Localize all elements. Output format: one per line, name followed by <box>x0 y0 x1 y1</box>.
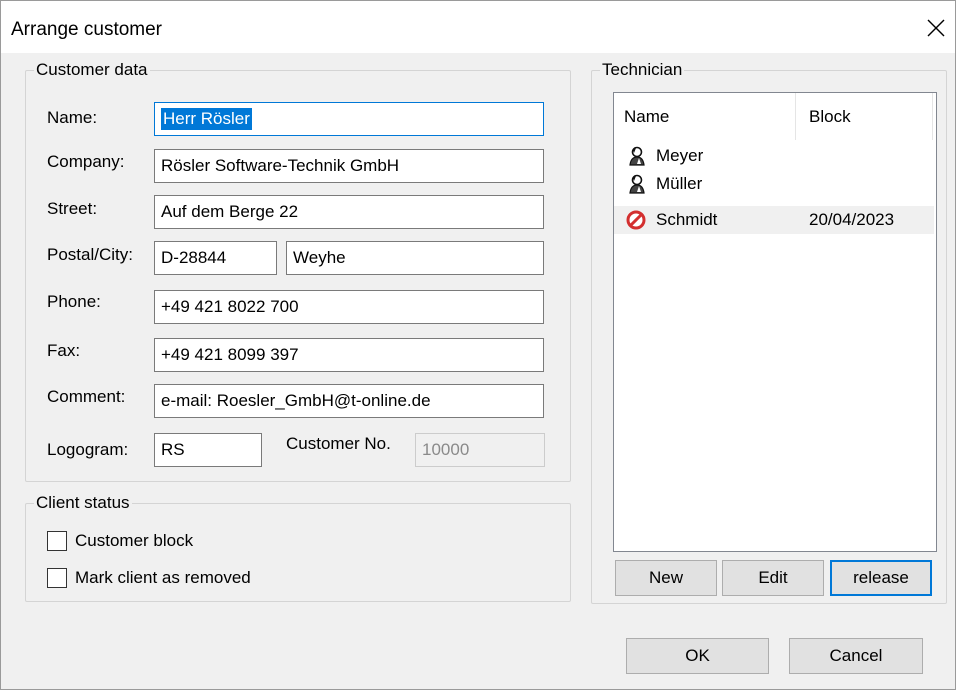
technician-legend: Technician <box>600 60 685 80</box>
customer-data-legend: Customer data <box>34 60 150 80</box>
phone-label: Phone: <box>47 292 101 311</box>
postal-city-label: Postal/City: <box>47 245 133 264</box>
fax-field[interactable]: +49 421 8099 397 <box>154 338 544 372</box>
new-technician-button[interactable]: New <box>615 560 717 596</box>
customer-no-label: Customer No. <box>286 434 391 453</box>
client-status-legend: Client status <box>34 493 132 513</box>
cancel-button[interactable]: Cancel <box>789 638 923 674</box>
technician-row-schmidt[interactable]: Schmidt 20/04/2023 <box>614 206 934 234</box>
blocked-icon <box>626 210 646 230</box>
column-header-block[interactable]: Block <box>809 93 851 140</box>
edit-technician-button[interactable]: Edit <box>722 560 824 596</box>
close-button[interactable] <box>919 11 955 47</box>
name-value: Herr Rösler <box>161 108 252 130</box>
customer-block-box[interactable] <box>47 531 67 551</box>
street-field[interactable]: Auf dem Berge 22 <box>154 195 544 229</box>
technician-list[interactable]: Name Block Meyer Müller Schmidt 20/04/20… <box>613 92 937 552</box>
technician-row-mueller[interactable]: Müller <box>614 170 934 198</box>
customer-no-field: 10000 <box>415 433 545 467</box>
company-field[interactable]: Rösler Software-Technik GmbH <box>154 149 544 183</box>
customer-block-label: Customer block <box>75 531 194 550</box>
column-separator[interactable] <box>795 93 796 140</box>
technician-list-header: Name Block <box>614 93 936 140</box>
technician-icon <box>629 174 645 194</box>
technician-name: Meyer <box>656 146 704 165</box>
ok-button[interactable]: OK <box>626 638 769 674</box>
title-bar: Arrange customer <box>1 1 955 53</box>
comment-label: Comment: <box>47 387 126 406</box>
arrange-customer-dialog: Arrange customer Customer data Name: Her… <box>0 0 956 690</box>
logogram-label: Logogram: <box>47 440 129 459</box>
name-field[interactable]: Herr Rösler <box>154 102 544 136</box>
postal-code-field[interactable]: D-28844 <box>154 241 277 275</box>
technician-block: 20/04/2023 <box>809 210 895 229</box>
city-field[interactable]: Weyhe <box>286 241 544 275</box>
comment-field[interactable]: e-mail: Roesler_GmbH@t-online.de <box>154 384 544 418</box>
release-technician-button[interactable]: release <box>830 560 932 596</box>
street-label: Street: <box>47 199 98 218</box>
name-label: Name: <box>47 108 98 127</box>
logogram-field[interactable]: RS <box>154 433 262 467</box>
phone-field[interactable]: +49 421 8022 700 <box>154 290 544 324</box>
close-icon <box>927 19 945 37</box>
company-label: Company: <box>47 152 125 171</box>
technician-name: Müller <box>656 174 703 193</box>
mark-removed-checkbox[interactable]: Mark client as removed <box>47 567 251 589</box>
fax-label: Fax: <box>47 341 81 360</box>
customer-block-checkbox[interactable]: Customer block <box>47 530 193 552</box>
technician-icon <box>629 146 645 166</box>
technician-row-meyer[interactable]: Meyer <box>614 142 934 170</box>
column-separator[interactable] <box>932 93 933 140</box>
mark-removed-box[interactable] <box>47 568 67 588</box>
window-title: Arrange customer <box>11 19 163 40</box>
technician-name: Schmidt <box>656 210 718 229</box>
mark-removed-label: Mark client as removed <box>75 568 251 587</box>
column-header-name[interactable]: Name <box>624 93 669 140</box>
